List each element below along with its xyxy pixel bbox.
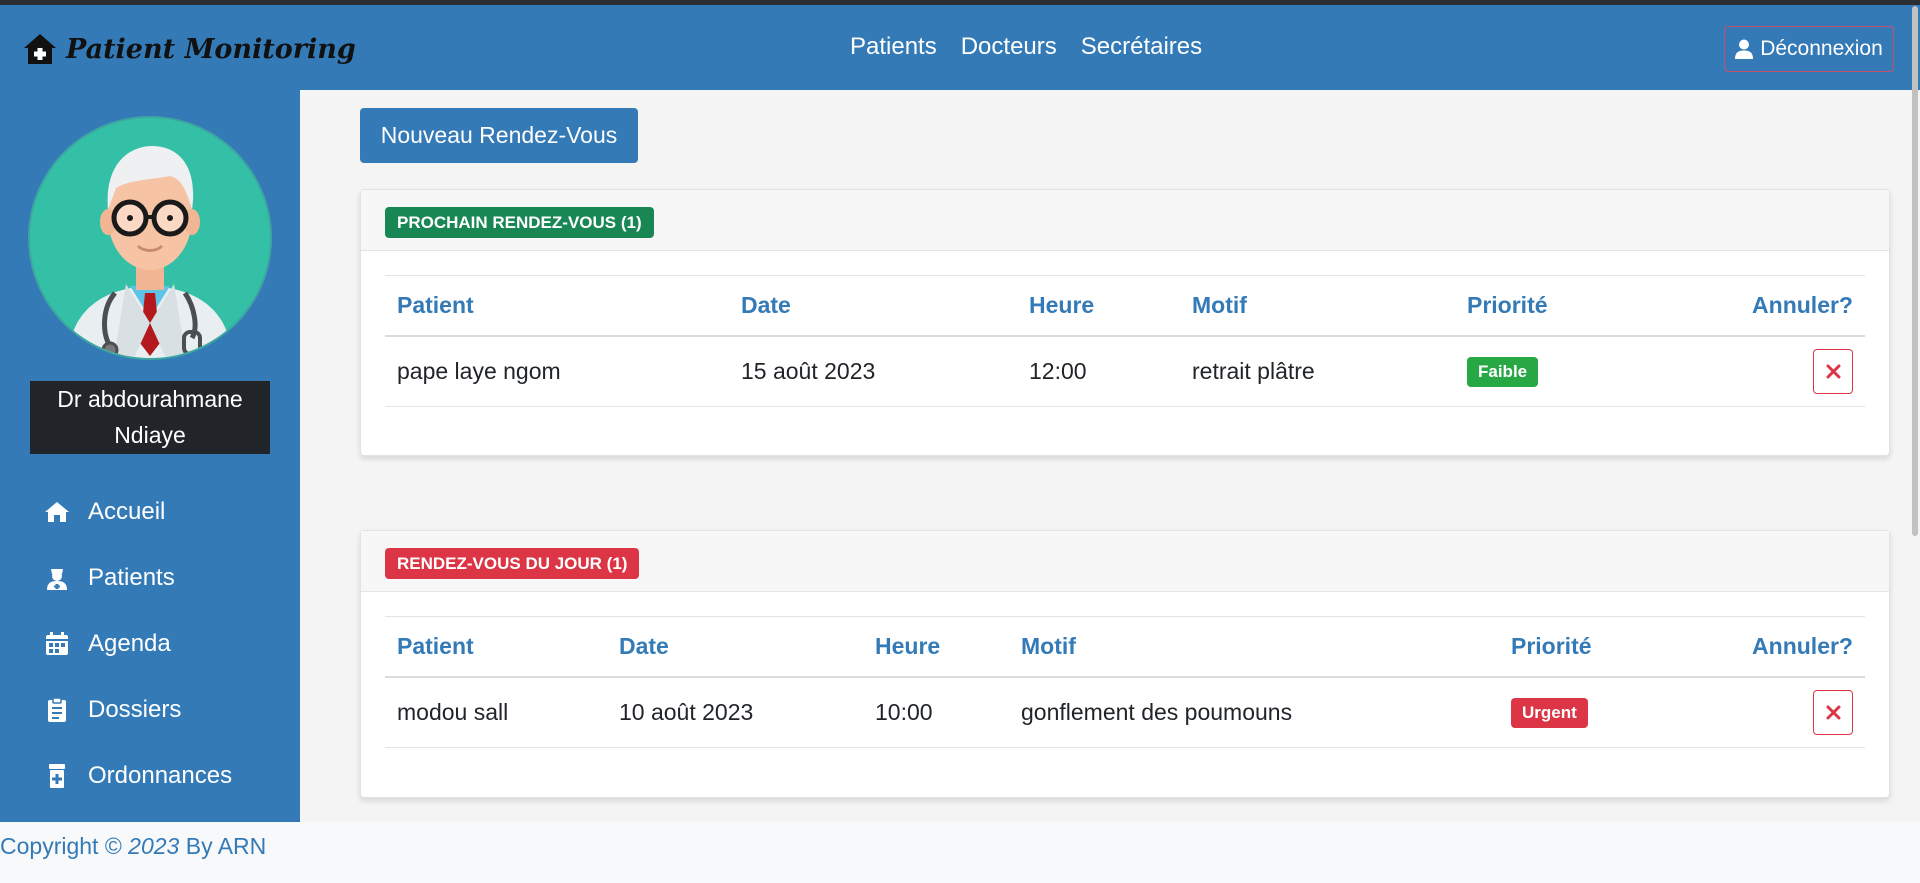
home-icon <box>44 499 70 525</box>
prescription-icon <box>44 763 70 789</box>
sidebar-item-label: Dossiers <box>88 696 182 723</box>
sidebar-item-agenda[interactable]: Agenda <box>44 624 171 664</box>
cell-patient: modou sall <box>385 676 607 748</box>
sidebar-item-ordonnances[interactable]: Ordonnances <box>44 756 232 796</box>
col-priorite: Priorité <box>1455 275 1655 337</box>
sidebar-item-patients[interactable]: Patients <box>44 558 175 598</box>
nav-link-patients[interactable]: Patients <box>850 33 937 61</box>
hospital-home-icon <box>24 34 56 64</box>
close-icon <box>1826 705 1840 720</box>
top-navbar: Patient Monitoring Patients Docteurs Sec… <box>0 5 1920 90</box>
sidebar: Dr abdourahmane Ndiaye Accueil Patients <box>0 90 300 822</box>
col-annuler: Annuler? <box>1655 275 1865 337</box>
brand[interactable]: Patient Monitoring <box>22 29 356 69</box>
col-date: Date <box>729 275 1017 337</box>
doctor-name-line1: Dr abdourahmane <box>57 386 243 412</box>
cell-patient: pape laye ngom <box>385 335 729 407</box>
upcoming-badge: PROCHAIN RENDEZ-VOUS (1) <box>385 207 654 238</box>
logout-button[interactable]: Déconnexion <box>1724 26 1894 72</box>
cell-priority: Faible <box>1455 335 1655 407</box>
cell-cancel <box>1655 335 1865 407</box>
col-heure: Heure <box>1017 275 1180 337</box>
today-table: Patient Date Heure Motif Priorité Annule… <box>385 616 1865 748</box>
sidebar-item-dossiers[interactable]: Dossiers <box>44 690 181 730</box>
today-appointments-card: RENDEZ-VOUS DU JOUR (1) Patient Date Heu… <box>360 530 1890 798</box>
table-row: modou sall 10 août 2023 10:00 gonflement… <box>385 676 1865 748</box>
footer-suffix: By ARN <box>179 833 267 859</box>
user-nurse-icon <box>44 565 70 591</box>
table-header-row: Patient Date Heure Motif Priorité Annule… <box>385 616 1865 678</box>
doctor-avatar <box>30 118 270 358</box>
footer-prefix: Copyright © <box>0 833 129 859</box>
sidebar-item-label: Ordonnances <box>88 762 233 789</box>
sidebar-item-accueil[interactable]: Accueil <box>44 492 165 532</box>
footer: Copyright © 2023 By ARN <box>0 822 1920 883</box>
cell-priority: Urgent <box>1499 676 1699 748</box>
upcoming-appointments-card: PROCHAIN RENDEZ-VOUS (1) Patient Date He… <box>360 189 1890 456</box>
nav-link-secretaires[interactable]: Secrétaires <box>1081 33 1202 61</box>
col-motif: Motif <box>1009 616 1499 678</box>
close-icon <box>1826 364 1840 379</box>
cell-time: 12:00 <box>1017 335 1180 407</box>
card-header: PROCHAIN RENDEZ-VOUS (1) <box>361 190 1889 251</box>
doctor-name-line2: Ndiaye <box>114 422 186 448</box>
calendar-icon <box>44 631 70 657</box>
cancel-appointment-button[interactable] <box>1813 689 1853 735</box>
card-header: RENDEZ-VOUS DU JOUR (1) <box>361 531 1889 592</box>
priority-badge: Faible <box>1467 356 1539 387</box>
col-heure: Heure <box>863 616 1009 678</box>
cell-reason: gonflement des poumouns <box>1009 676 1499 748</box>
col-date: Date <box>607 616 863 678</box>
cell-date: 15 août 2023 <box>729 335 1017 407</box>
cancel-appointment-button[interactable] <box>1813 348 1853 394</box>
col-annuler: Annuler? <box>1699 616 1865 678</box>
logout-label: Déconnexion <box>1760 37 1883 60</box>
page-scrollbar[interactable] <box>1912 6 1918 536</box>
col-priorite: Priorité <box>1499 616 1699 678</box>
cell-cancel <box>1699 676 1865 748</box>
sidebar-item-label: Agenda <box>88 630 171 657</box>
sidebar-item-label: Accueil <box>88 498 166 525</box>
col-patient: Patient <box>385 275 729 337</box>
user-icon <box>1735 39 1754 59</box>
nav-link-docteurs[interactable]: Docteurs <box>961 33 1057 61</box>
cell-reason: retrait plâtre <box>1180 335 1455 407</box>
cell-date: 10 août 2023 <box>607 676 863 748</box>
clipboard-icon <box>44 697 70 723</box>
new-appointment-button[interactable]: Nouveau Rendez-Vous <box>360 108 638 163</box>
cell-time: 10:00 <box>863 676 1009 748</box>
today-badge: RENDEZ-VOUS DU JOUR (1) <box>385 548 640 579</box>
col-patient: Patient <box>385 616 607 678</box>
upcoming-table: Patient Date Heure Motif Priorité Annule… <box>385 275 1865 407</box>
doctor-name: Dr abdourahmane Ndiaye <box>30 381 270 454</box>
col-motif: Motif <box>1180 275 1455 337</box>
table-header-row: Patient Date Heure Motif Priorité Annule… <box>385 275 1865 337</box>
priority-badge: Urgent <box>1511 697 1588 728</box>
table-row: pape laye ngom 15 août 2023 12:00 retrai… <box>385 335 1865 407</box>
main-nav: Patients Docteurs Secrétaires <box>850 33 1202 61</box>
brand-title: Patient Monitoring <box>66 33 356 65</box>
sidebar-item-label: Patients <box>88 564 175 591</box>
footer-year: 2023 <box>128 833 180 859</box>
